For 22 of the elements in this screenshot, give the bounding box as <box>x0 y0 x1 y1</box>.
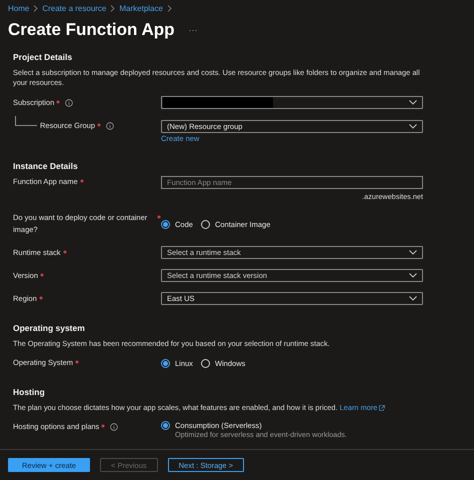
chevron-down-icon <box>409 250 417 255</box>
page-title: Create Function App <box>8 20 175 40</box>
breadcrumb-link[interactable]: Home <box>8 4 30 12</box>
more-options[interactable]: ··· <box>188 25 198 35</box>
dropdown-field[interactable] <box>161 96 423 109</box>
section-heading: Project Details <box>13 52 74 64</box>
section-heading: Instance Details <box>13 161 79 173</box>
chevron-down-icon <box>409 296 417 301</box>
info-icon[interactable] <box>106 122 114 130</box>
breadcrumb-link[interactable]: Marketplace <box>119 4 163 12</box>
info-icon[interactable] <box>65 98 74 106</box>
chevron-right-icon <box>33 4 38 12</box>
section-heading: Operating system <box>13 323 86 335</box>
info-icon[interactable] <box>110 423 118 431</box>
section-heading: Hosting <box>13 387 46 399</box>
chevron-right-icon <box>110 4 116 12</box>
chevron-down-icon <box>409 100 417 105</box>
chevron-down-icon <box>409 273 417 278</box>
external-link-icon <box>379 405 386 411</box>
breadcrumb-link[interactable]: Create a resource <box>42 4 106 12</box>
chevron-right-icon <box>166 4 172 12</box>
chevron-down-icon <box>409 124 417 129</box>
